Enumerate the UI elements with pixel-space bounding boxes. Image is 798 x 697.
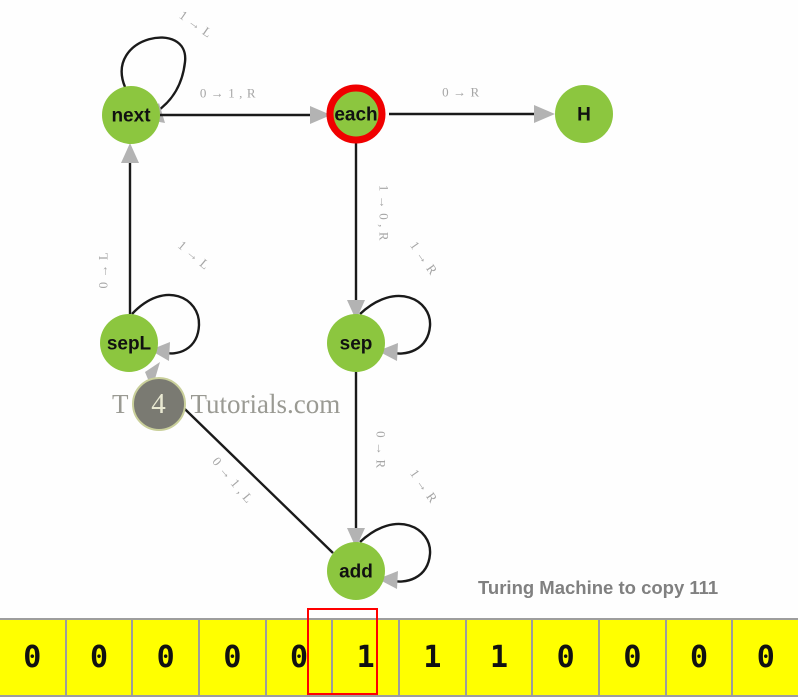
state-label-add: add	[339, 562, 373, 583]
state-diagram: 1 → L 0 → 1 , R 0 → R 1 → 0 , R 1 → R 0 …	[96, 7, 613, 600]
tape-cell[interactable]: 1	[333, 620, 401, 695]
arrowhead-sepL-next	[121, 143, 139, 163]
state-label-sep: sep	[340, 334, 373, 355]
transition-add-sepL	[145, 362, 334, 554]
state-label-halt: H	[577, 105, 591, 126]
state-label-sepL: sepL	[107, 334, 152, 355]
transition-label-sepL-self: 1 → L	[175, 237, 213, 272]
transition-label-next-each: 0 → 1 , R	[200, 86, 256, 101]
tape-cell[interactable]: 0	[533, 620, 601, 695]
transition-each-halt	[389, 105, 555, 123]
arrowhead-add-sepL	[145, 362, 160, 389]
transition-each-sep	[347, 143, 365, 320]
tape-cell[interactable]: 0	[66, 620, 134, 695]
diagram-caption: Turing Machine to copy 111	[478, 577, 719, 598]
state-node-halt[interactable]: H	[555, 85, 613, 143]
tape-cell[interactable]: 0	[200, 620, 267, 695]
transition-next-each	[160, 106, 331, 124]
transition-label-add-self: 1 → R	[407, 466, 441, 505]
turing-tape: 0 0 0 0 0 1 1 1 0 0 0 0	[0, 618, 798, 697]
transition-label-sep-self: 1 → R	[407, 238, 441, 277]
tape-cell[interactable]: 0	[0, 620, 67, 695]
tape-cell[interactable]: 0	[133, 620, 201, 695]
state-node-sep[interactable]: sep	[327, 314, 385, 372]
tape-cell[interactable]: 0	[733, 620, 798, 695]
transition-label-sepL-next: 0 → L	[96, 252, 111, 289]
transition-sep-add	[347, 372, 365, 548]
arrowhead-each-halt	[534, 105, 555, 123]
state-node-add[interactable]: add	[327, 542, 385, 600]
tape-cell[interactable]: 0	[266, 620, 334, 695]
state-label-each: each	[334, 105, 377, 126]
state-node-each[interactable]: each	[326, 84, 386, 144]
transition-label-add-sepL: 0 → 1 , L	[209, 454, 256, 506]
edge-path-add-sepL	[156, 381, 334, 554]
tape-cell[interactable]: 0	[666, 620, 734, 695]
tape-cell[interactable]: 1	[466, 620, 534, 695]
state-node-sepL[interactable]: sepL	[100, 314, 158, 372]
state-node-next[interactable]: next	[102, 86, 160, 144]
transition-label-sep-add: 0 → R	[374, 431, 389, 469]
state-label-next: next	[111, 106, 151, 127]
tape-cell[interactable]: 0	[600, 620, 667, 695]
diagram-canvas: 1 → L 0 → 1 , R 0 → R 1 → 0 , R 1 → R 0 …	[0, 0, 798, 697]
transition-label-each-halt: 0 → R	[442, 85, 480, 100]
transition-label-next-self: 1 → L	[177, 7, 216, 40]
transition-sepL-next	[121, 143, 139, 314]
transition-label-each-sep: 1 → 0 , R	[377, 185, 392, 241]
tape-cell[interactable]: 1	[400, 620, 467, 695]
